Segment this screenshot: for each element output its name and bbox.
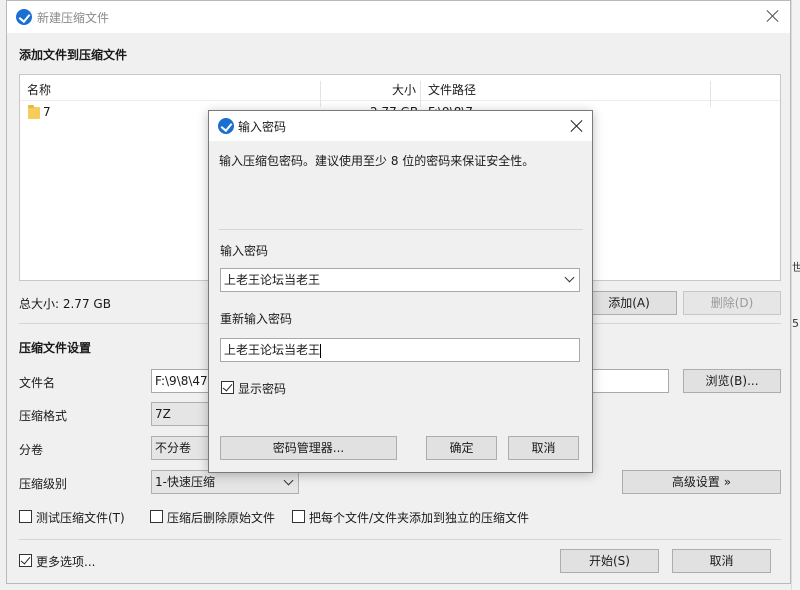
separate-archives-checkbox[interactable]: 把每个文件/文件夹添加到独立的压缩文件 (292, 509, 542, 525)
checkbox-box-checked (221, 381, 234, 394)
chevron-down-icon[interactable] (564, 272, 575, 283)
delete-button[interactable]: 删除(D) (683, 291, 781, 315)
add-button[interactable]: 添加(A) (581, 291, 677, 315)
show-password-label: 显示密码 (238, 382, 287, 396)
password-manager-button[interactable]: 密码管理器... (220, 436, 397, 460)
column-divider[interactable] (710, 81, 711, 107)
list-header: 名称 大小 文件路径 (20, 75, 780, 107)
reenter-password-input[interactable]: 上老王论坛当老王 (220, 338, 580, 362)
dialog-title: 输入密码 (238, 120, 287, 134)
total-size: 总大小: 2.77 GB (19, 297, 111, 311)
separate-archives-label: 把每个文件/文件夹添加到独立的压缩文件 (309, 511, 530, 525)
add-files-section-title: 添加文件到压缩文件 (19, 48, 128, 62)
folder-icon (28, 105, 40, 119)
app-logo-icon (218, 118, 234, 134)
background-window-edge (791, 0, 800, 590)
more-options-checkbox[interactable]: 更多选项... (19, 553, 109, 569)
column-header-size[interactable]: 大小 (392, 81, 416, 98)
level-select[interactable]: 1-快速压缩 (151, 470, 299, 494)
reenter-password-label: 重新输入密码 (220, 312, 293, 326)
checkbox-box (19, 510, 32, 523)
section-divider (19, 539, 781, 540)
checkbox-box (292, 510, 305, 523)
dialog-cancel-button[interactable]: 取消 (508, 436, 579, 460)
column-header-path[interactable]: 文件路径 (428, 81, 476, 98)
window-title: 新建压缩文件 (37, 11, 110, 25)
close-icon[interactable] (566, 115, 588, 137)
volume-value: 不分卷 (155, 441, 192, 455)
app-logo-icon (16, 9, 32, 25)
volume-label: 分卷 (19, 443, 44, 457)
start-button[interactable]: 开始(S) (560, 549, 659, 573)
dialog-description: 输入压缩包密码。建议使用至少 8 位的密码来保证安全性。 (219, 154, 535, 168)
format-value: 7Z (155, 407, 171, 421)
title-bar: 新建压缩文件 (7, 1, 790, 33)
settings-section-title: 压缩文件设置 (19, 341, 92, 355)
column-header-name[interactable]: 名称 (27, 81, 51, 98)
show-password-checkbox[interactable]: 显示密码 (221, 380, 311, 396)
background-text: 世 (792, 261, 800, 274)
test-archive-checkbox[interactable]: 测试压缩文件(T) (19, 509, 139, 525)
cancel-button[interactable]: 取消 (672, 549, 771, 573)
checkbox-box-checked (19, 554, 32, 567)
delete-after-checkbox[interactable]: 压缩后删除原始文件 (150, 509, 282, 525)
file-name: 7 (43, 105, 51, 119)
more-options-label: 更多选项... (36, 555, 96, 569)
password-dialog: 输入密码 输入压缩包密码。建议使用至少 8 位的密码来保证安全性。 输入密码 上… (208, 110, 593, 473)
close-icon[interactable] (762, 5, 784, 27)
test-archive-label: 测试压缩文件(T) (36, 511, 125, 525)
advanced-settings-button[interactable]: 高级设置 » (622, 470, 781, 494)
delete-after-label: 压缩后删除原始文件 (167, 511, 276, 525)
filename-label: 文件名 (19, 376, 56, 390)
format-label: 压缩格式 (19, 409, 68, 423)
text-cursor (320, 343, 322, 358)
level-label: 压缩级别 (19, 477, 68, 491)
password-input[interactable]: 上老王论坛当老王 (220, 268, 580, 292)
password-label: 输入密码 (220, 244, 269, 258)
column-divider[interactable] (420, 81, 421, 107)
browse-button[interactable]: 浏览(B)... (683, 369, 781, 393)
chevron-down-icon (283, 475, 294, 486)
column-divider[interactable] (320, 81, 321, 107)
ok-button[interactable]: 确定 (426, 436, 497, 460)
dialog-title-bar: 输入密码 (209, 111, 592, 141)
checkbox-box (150, 510, 163, 523)
level-value: 1-快速压缩 (155, 475, 215, 489)
reenter-password-value: 上老王论坛当老王 (224, 343, 321, 357)
background-text: 5 (792, 317, 799, 330)
password-value: 上老王论坛当老王 (224, 273, 321, 287)
dialog-divider (219, 229, 583, 230)
